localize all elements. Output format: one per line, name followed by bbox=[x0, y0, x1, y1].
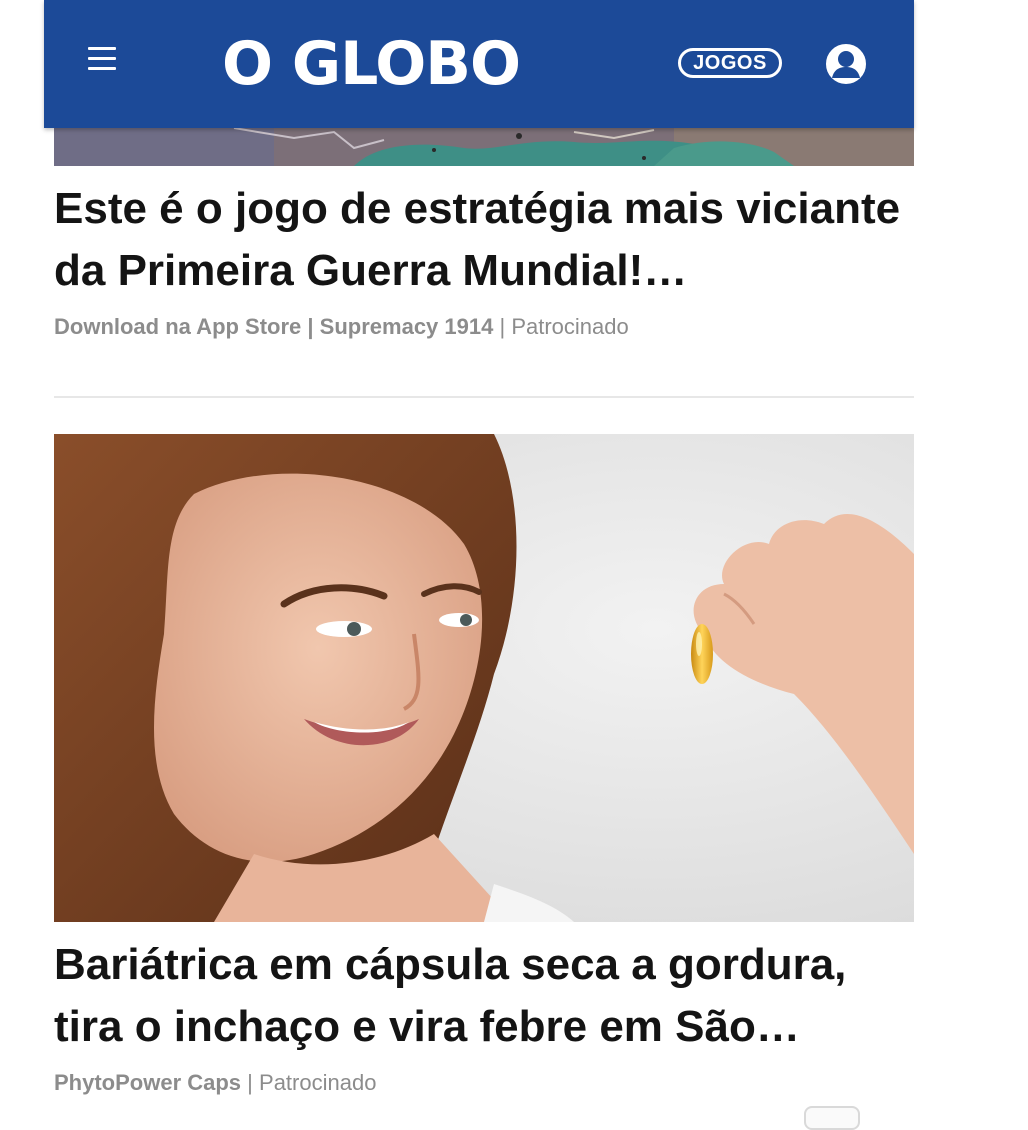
top-header: O GLOBO JOGOS bbox=[44, 0, 914, 128]
meta-separator: | bbox=[247, 1070, 253, 1095]
article-meta: PhytoPower Caps | Patrocinado bbox=[54, 1070, 914, 1096]
game-ad-image[interactable] bbox=[54, 128, 914, 166]
page: O GLOBO JOGOS Este é o jogo de estratégi… bbox=[44, 0, 914, 1130]
article-card[interactable]: Este é o jogo de estratégia mais viciant… bbox=[54, 178, 914, 340]
divider bbox=[54, 396, 914, 398]
article-card[interactable]: Bariátrica em cápsula seca a gordura, ti… bbox=[54, 934, 914, 1096]
article-title[interactable]: Este é o jogo de estratégia mais viciant… bbox=[54, 178, 914, 302]
meta-separator: | bbox=[499, 314, 506, 339]
sponsored-label: Patrocinado bbox=[259, 1070, 377, 1095]
scroll-chip[interactable] bbox=[804, 1106, 860, 1130]
site-logo[interactable]: O GLOBO bbox=[222, 24, 521, 104]
games-button[interactable]: JOGOS bbox=[678, 48, 782, 78]
article-source: PhytoPower Caps bbox=[54, 1070, 242, 1095]
sponsored-label: Patrocinado bbox=[511, 314, 629, 339]
article-source: Download na App Store | Supremacy 1914 bbox=[54, 314, 494, 339]
article-title[interactable]: Bariátrica em cápsula seca a gordura, ti… bbox=[54, 934, 914, 1058]
article-meta: Download na App Store | Supremacy 1914 |… bbox=[54, 314, 914, 340]
user-avatar-icon[interactable] bbox=[824, 42, 868, 86]
hamburger-menu-icon[interactable] bbox=[88, 47, 116, 71]
supplement-ad-image[interactable] bbox=[54, 434, 914, 922]
